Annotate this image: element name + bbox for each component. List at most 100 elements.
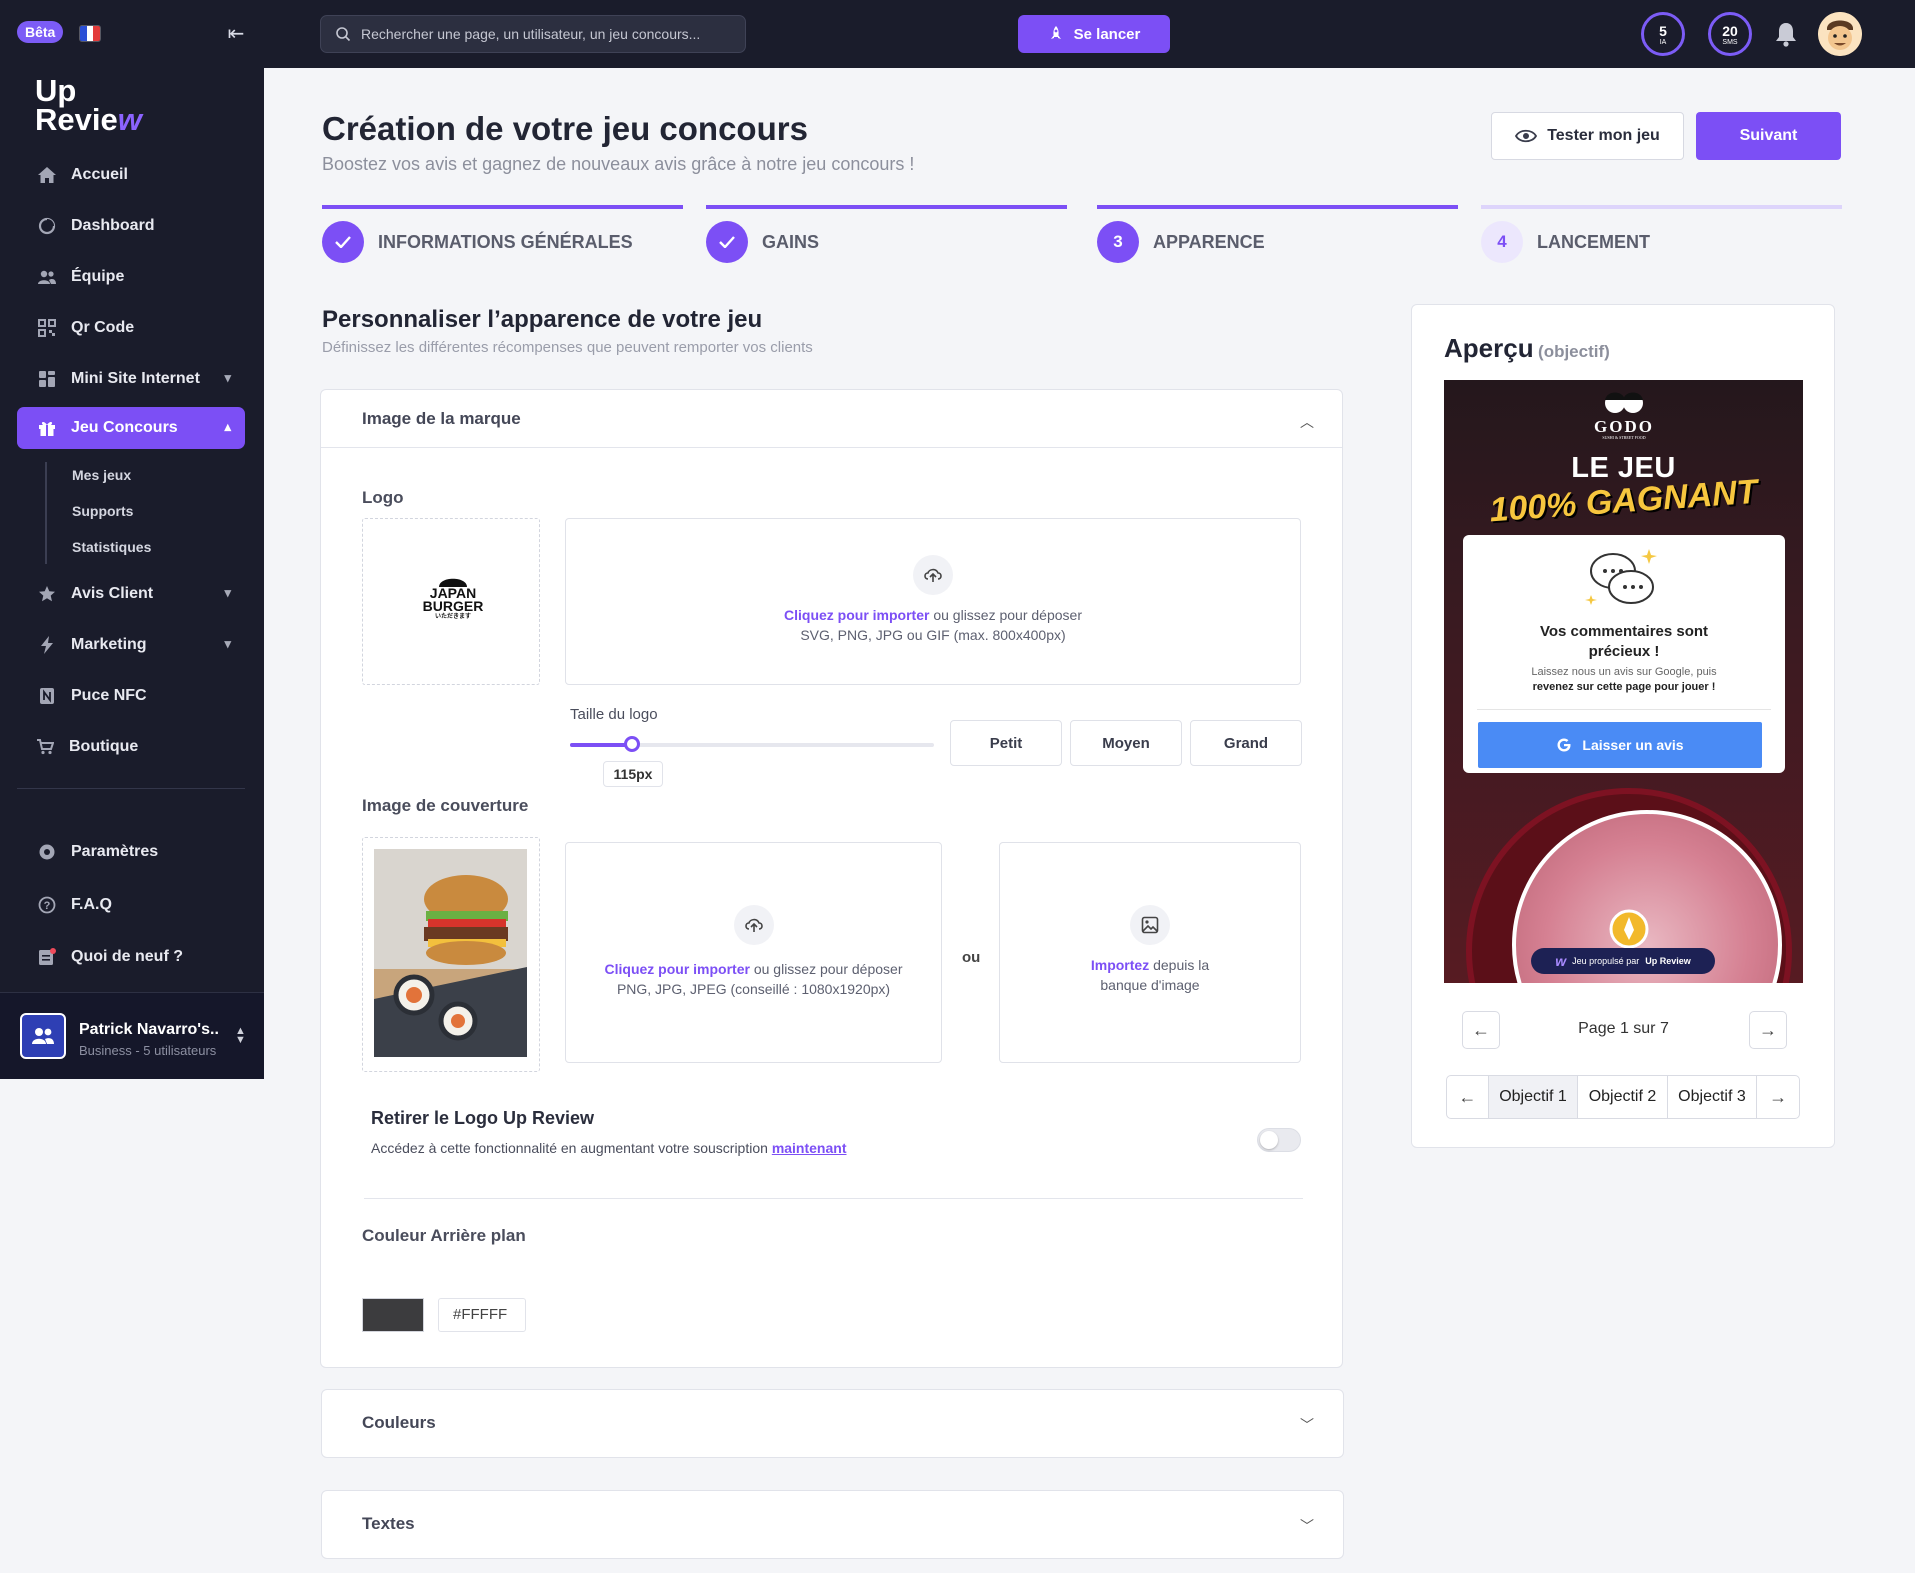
sidebar-item-equipe[interactable]: Équipe xyxy=(17,256,245,298)
upload-link[interactable]: Cliquez pour importer xyxy=(605,961,750,977)
step-label: LANCEMENT xyxy=(1537,232,1650,252)
page-subtitle: Boostez vos avis et gagnez de nouveaux a… xyxy=(322,154,915,174)
launch-label: Se lancer xyxy=(1073,25,1141,43)
logo-upload-zone[interactable]: Cliquez pour importer ou glissez pour dé… xyxy=(565,518,1301,685)
test-game-button[interactable]: Tester mon jeu xyxy=(1491,112,1684,160)
size-medium-button[interactable]: Moyen xyxy=(1070,720,1182,766)
wheel-pointer-icon xyxy=(1609,909,1649,949)
team-icon xyxy=(37,267,57,287)
modal-divider xyxy=(1477,709,1771,710)
settings-icon xyxy=(37,842,57,862)
test-game-label: Tester mon jeu xyxy=(1547,127,1660,144)
sms-credits-counter[interactable]: 20 SMS xyxy=(1708,12,1752,56)
sidebar-item-parametres[interactable]: Paramètres xyxy=(17,831,245,873)
cover-upload-zone[interactable]: Cliquez pour importer ou glissez pour dé… xyxy=(565,842,942,1063)
slider-handle[interactable] xyxy=(623,736,640,752)
sidebar-item-puce-nfc[interactable]: Puce NFC xyxy=(17,675,245,717)
bg-color-input[interactable]: #FFFFF xyxy=(438,1298,526,1332)
step-apparence[interactable]: 3 APPARENCE xyxy=(1097,205,1458,263)
remove-logo-description: Accédez à cette fonctionnalité en augmen… xyxy=(371,1140,847,1156)
sidebar-item-jeu-concours[interactable]: Jeu Concours ▴ xyxy=(17,407,245,449)
sidebar-item-label: Mini Site Internet xyxy=(71,370,200,387)
check-icon xyxy=(706,221,748,263)
size-large-button[interactable]: Grand xyxy=(1190,720,1302,766)
upgrade-link[interactable]: maintenant xyxy=(772,1140,847,1156)
submenu-item-statistiques[interactable]: Statistiques xyxy=(72,539,151,555)
sidebar-item-quoi-de-neuf[interactable]: Quoi de neuf ? xyxy=(17,936,245,978)
colors-card[interactable] xyxy=(321,1389,1344,1458)
french-flag-icon[interactable] xyxy=(79,25,101,42)
submenu-item-supports[interactable]: Supports xyxy=(72,503,133,519)
bg-color-swatch[interactable] xyxy=(362,1298,424,1332)
google-icon xyxy=(1557,738,1571,752)
step-label: GAINS xyxy=(762,232,820,252)
brand-card-title[interactable]: Image de la marque xyxy=(362,409,521,429)
colors-card-title[interactable]: Couleurs xyxy=(362,1413,436,1433)
next-page-button[interactable]: → xyxy=(1749,1011,1787,1049)
sidebar-item-label: Puce NFC xyxy=(71,687,147,704)
remove-logo-desc-text: Accédez à cette fonctionnalité en augmen… xyxy=(371,1140,772,1156)
prev-objective-button[interactable]: ← xyxy=(1447,1076,1489,1118)
logo-size-slider[interactable] xyxy=(570,736,934,752)
user-avatar[interactable] xyxy=(1818,12,1862,56)
leave-review-button[interactable]: Laisser un avis xyxy=(1478,722,1762,768)
bell-icon[interactable] xyxy=(1773,20,1799,48)
image-bank-link[interactable]: Importez xyxy=(1091,957,1149,973)
arrow-right-icon: → xyxy=(1759,1019,1777,1040)
sidebar-item-qrcode[interactable]: Qr Code xyxy=(17,307,245,349)
upreview-logo[interactable]: Up Review xyxy=(35,73,142,135)
powered-by-text: Jeu propulsé par xyxy=(1572,956,1640,966)
search-icon xyxy=(336,27,351,42)
next-objective-button[interactable]: → xyxy=(1757,1076,1799,1118)
size-small-button[interactable]: Petit xyxy=(950,720,1062,766)
next-button[interactable]: Suivant xyxy=(1696,112,1841,160)
sidebar-item-boutique[interactable]: Boutique xyxy=(17,726,245,768)
cover-formats: PNG, JPG, JPEG (conseillé : 1080x1920px) xyxy=(616,981,891,997)
logo-line-1: Up xyxy=(35,73,77,108)
nfc-icon xyxy=(37,686,57,706)
preview-title-note: (objectif) xyxy=(1538,342,1610,361)
sidebar-item-marketing[interactable]: Marketing ▾ xyxy=(17,624,245,666)
phone-preview: GODO SUSHI & STREET FOOD LE JEU 100% GAG… xyxy=(1444,380,1803,983)
step-lancement[interactable]: 4 LANCEMENT xyxy=(1481,205,1842,263)
sidebar-item-faq[interactable]: ? F.A.Q xyxy=(17,884,245,926)
step-gains[interactable]: GAINS xyxy=(706,205,1067,263)
objective-tab-2[interactable]: Objectif 2 xyxy=(1578,1076,1668,1118)
sidebar-item-label: Jeu Concours xyxy=(71,419,178,436)
collapse-sidebar-icon[interactable]: ⇤ xyxy=(224,22,248,46)
sidebar-item-avis-client[interactable]: Avis Client ▾ xyxy=(17,573,245,615)
image-bank-zone[interactable]: Importez depuis la banque d'image xyxy=(999,842,1301,1063)
modal-title-line-2: précieux ! xyxy=(1588,643,1660,660)
ai-credits-counter[interactable]: 5 IA xyxy=(1641,12,1685,56)
section-divider xyxy=(364,1198,1303,1199)
objective-tab-1[interactable]: Objectif 1 xyxy=(1488,1076,1579,1118)
search-bar[interactable] xyxy=(320,15,746,53)
sidebar-item-mini-site[interactable]: Mini Site Internet ▾ xyxy=(17,358,245,400)
account-switcher[interactable]: Patrick Navarro's.. Business - 5 utilisa… xyxy=(0,992,264,1079)
chevron-down-icon: ▾ xyxy=(224,585,231,600)
sms-credits-value: 20 xyxy=(1722,23,1738,39)
sidebar-item-accueil[interactable]: Accueil xyxy=(17,154,245,196)
help-icon: ? xyxy=(37,895,57,915)
texts-card-title[interactable]: Textes xyxy=(362,1514,415,1534)
step-informations[interactable]: INFORMATIONS GÉNÉRALES xyxy=(322,205,683,263)
texts-card[interactable] xyxy=(321,1490,1344,1559)
step-progress-bar xyxy=(1097,205,1458,209)
sidebar-item-dashboard[interactable]: Dashboard xyxy=(17,205,245,247)
launch-button[interactable]: Se lancer xyxy=(1018,15,1170,53)
or-separator: ou xyxy=(962,949,981,966)
section-subtitle: Définissez les différentes récompenses q… xyxy=(322,339,813,356)
cart-icon xyxy=(35,737,55,757)
remove-logo-toggle[interactable] xyxy=(1257,1128,1301,1152)
image-icon xyxy=(1130,905,1170,945)
eye-icon xyxy=(1515,129,1538,143)
submenu-item-mes-jeux[interactable]: Mes jeux xyxy=(72,467,131,483)
search-input[interactable] xyxy=(361,26,721,42)
bolt-icon xyxy=(37,635,57,655)
cover-food-image xyxy=(374,849,527,1057)
objective-tab-3[interactable]: Objectif 3 xyxy=(1668,1076,1758,1118)
upload-link[interactable]: Cliquez pour importer xyxy=(784,607,929,623)
chevron-down-icon[interactable]: ﹀ xyxy=(1300,1516,1889,1536)
chevron-down-icon[interactable]: ﹀ xyxy=(1300,1415,1889,1435)
step-progress-bar xyxy=(706,205,1067,209)
